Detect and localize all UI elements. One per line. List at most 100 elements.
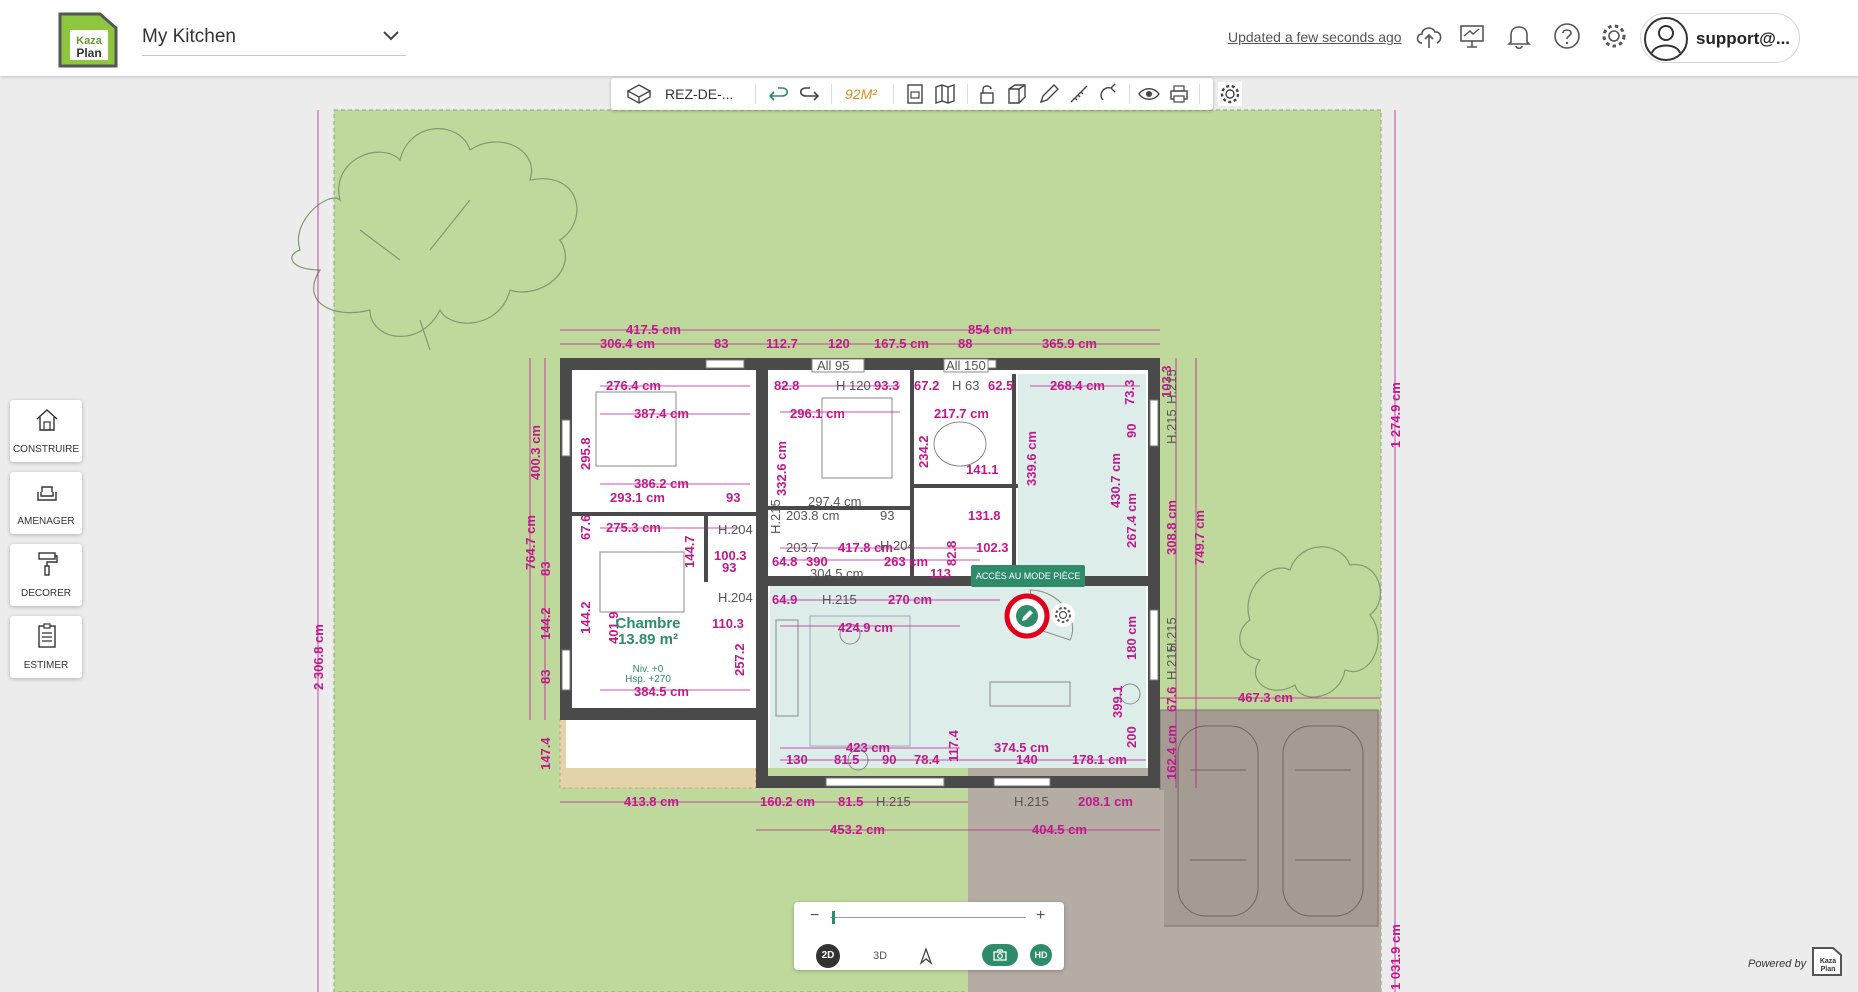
- dim-label: 64.9: [772, 592, 797, 607]
- project-selector[interactable]: My Kitchen: [142, 20, 406, 56]
- dim-label: 64.8: [772, 554, 797, 569]
- decorer-tool[interactable]: DECORER: [10, 544, 82, 606]
- room-name: Chambre: [615, 615, 680, 632]
- room-ceiling-height: Hsp. +270: [625, 674, 671, 685]
- height-label: H.204: [880, 538, 915, 553]
- eye-icon[interactable]: [1137, 82, 1161, 106]
- amenager-tool[interactable]: AMENAGER: [10, 472, 82, 534]
- lock-icon[interactable]: [975, 82, 999, 106]
- estimer-tool[interactable]: ESTIMER: [10, 616, 82, 678]
- level-selector[interactable]: REZ-DE-...: [665, 86, 733, 102]
- user-name: support@...: [1696, 29, 1791, 48]
- dim-label: 275.3 cm: [606, 520, 661, 535]
- dim-label: 270 cm: [888, 592, 932, 607]
- height-label: H.215: [822, 592, 857, 607]
- save-status-link[interactable]: Updated a few seconds ago: [1228, 29, 1402, 45]
- powered-by-text: Powered by: [1748, 958, 1807, 970]
- screenshot-button[interactable]: [982, 944, 1018, 966]
- decorer-label: DECORER: [20, 588, 71, 599]
- dim-label: 120: [828, 336, 850, 351]
- cube-view-icon[interactable]: [1005, 82, 1029, 106]
- presentation-screen-icon[interactable]: [1456, 20, 1488, 52]
- kazaplan-small-logo[interactable]: Kaza Plan: [1810, 944, 1844, 978]
- dim-label: 73.3: [1122, 380, 1137, 405]
- construire-label: CONSTRUIRE: [12, 444, 80, 455]
- level-cube-icon[interactable]: [625, 82, 653, 106]
- height-label: H.204: [718, 522, 753, 537]
- app-header: Kaza Plan My Kitchen Updated a few secon…: [0, 0, 1858, 76]
- dim-label: 147.4: [538, 737, 553, 770]
- surface-area[interactable]: 92M²: [845, 86, 877, 102]
- project-name: My Kitchen: [142, 26, 236, 47]
- undo-icon[interactable]: [767, 82, 791, 106]
- construire-tool[interactable]: CONSTRUIRE: [10, 400, 82, 462]
- svg-text:Plan: Plan: [76, 46, 101, 60]
- dim-label: 276.4 cm: [606, 378, 661, 393]
- dim-label: 93: [722, 560, 736, 575]
- dim-label: 417.5 cm: [626, 322, 681, 337]
- estimer-label: ESTIMER: [23, 660, 69, 671]
- toolbar-settings-gear-icon[interactable]: [1218, 82, 1242, 106]
- cloud-upload-icon[interactable]: [1413, 20, 1445, 52]
- dim-label: 263 cm: [884, 554, 928, 569]
- dim-label: 93.3: [874, 378, 899, 393]
- plan-canvas[interactable]: 417.5 cm 854 cm 306.4 cm 83 112.7 120 16…: [0, 76, 1858, 992]
- dim-label: 67.6: [1164, 687, 1179, 712]
- dim-label: 399.1: [1110, 685, 1125, 718]
- dim-label: 387.4 cm: [634, 406, 689, 421]
- dim-label: 2 306.8 cm: [311, 624, 326, 690]
- dim-label: 67.2: [914, 378, 939, 393]
- dim-label: 81.5: [834, 752, 859, 767]
- dim-label: 1 274.9 cm: [1388, 382, 1403, 448]
- print-icon[interactable]: [1167, 82, 1191, 106]
- help-icon[interactable]: [1551, 20, 1583, 52]
- pencil-icon[interactable]: [1037, 82, 1061, 106]
- magnet-icon[interactable]: [1097, 82, 1121, 106]
- dim-label: 131.8: [968, 508, 1001, 523]
- view-3d-button[interactable]: 3D: [868, 944, 892, 968]
- dim-label: 430.7 cm: [1108, 453, 1123, 508]
- zoom-slider-thumb[interactable]: [831, 911, 835, 924]
- gear-icon[interactable]: [1598, 20, 1630, 52]
- dim-label: 88: [958, 336, 972, 351]
- zoom-out-button[interactable]: −: [810, 907, 819, 925]
- room-mode-tooltip: ACCÈS AU MODE PIÈCE: [971, 565, 1085, 587]
- room-edit-pencil-icon[interactable]: [1004, 593, 1050, 639]
- view-2d-button[interactable]: 2D: [816, 944, 840, 968]
- dim-label: 113: [930, 566, 951, 581]
- height-label: H 63: [952, 378, 979, 393]
- hd-button[interactable]: HD: [1030, 944, 1052, 966]
- dim-label: 339.6 cm: [1024, 431, 1039, 486]
- dim-label: 749.7 cm: [1192, 510, 1207, 565]
- map-icon[interactable]: [933, 82, 957, 106]
- room-settings-gear-icon[interactable]: [1050, 602, 1076, 628]
- height-label: H.215: [1164, 369, 1179, 404]
- dim-label: 160.2 cm: [760, 794, 815, 809]
- dim-label: 293.1 cm: [610, 490, 665, 505]
- dim-label: 81.5: [838, 794, 863, 809]
- bell-icon[interactable]: [1503, 20, 1535, 52]
- svg-text:Plan: Plan: [1821, 966, 1836, 973]
- dim-label: 83: [538, 562, 553, 576]
- dim-label: 90: [1124, 424, 1139, 438]
- dim-label: 130: [786, 752, 808, 767]
- zoom-in-button[interactable]: +: [1036, 907, 1045, 925]
- kazaplan-logo[interactable]: Kaza Plan: [56, 8, 120, 70]
- dim-label: 365.9 cm: [1042, 336, 1097, 351]
- dim-label: 267.4 cm: [1124, 493, 1139, 548]
- dim-label: 144.2: [578, 601, 593, 634]
- north-arrow-icon[interactable]: [916, 946, 936, 966]
- user-menu[interactable]: support@...: [1640, 13, 1800, 63]
- carport: [1159, 709, 1379, 927]
- height-label: H.215: [876, 794, 911, 809]
- dim-label: 93: [726, 490, 740, 505]
- height-label: H.215: [1014, 794, 1049, 809]
- house-icon: [36, 409, 58, 431]
- document-icon[interactable]: [903, 82, 927, 106]
- zoom-slider[interactable]: [830, 917, 1026, 918]
- redo-icon[interactable]: [797, 82, 821, 106]
- dim-label: 257.2: [732, 643, 747, 676]
- dim-label: 203.7: [786, 540, 819, 555]
- dim-label: 110.3: [712, 616, 744, 631]
- measure-icon[interactable]: [1067, 82, 1091, 106]
